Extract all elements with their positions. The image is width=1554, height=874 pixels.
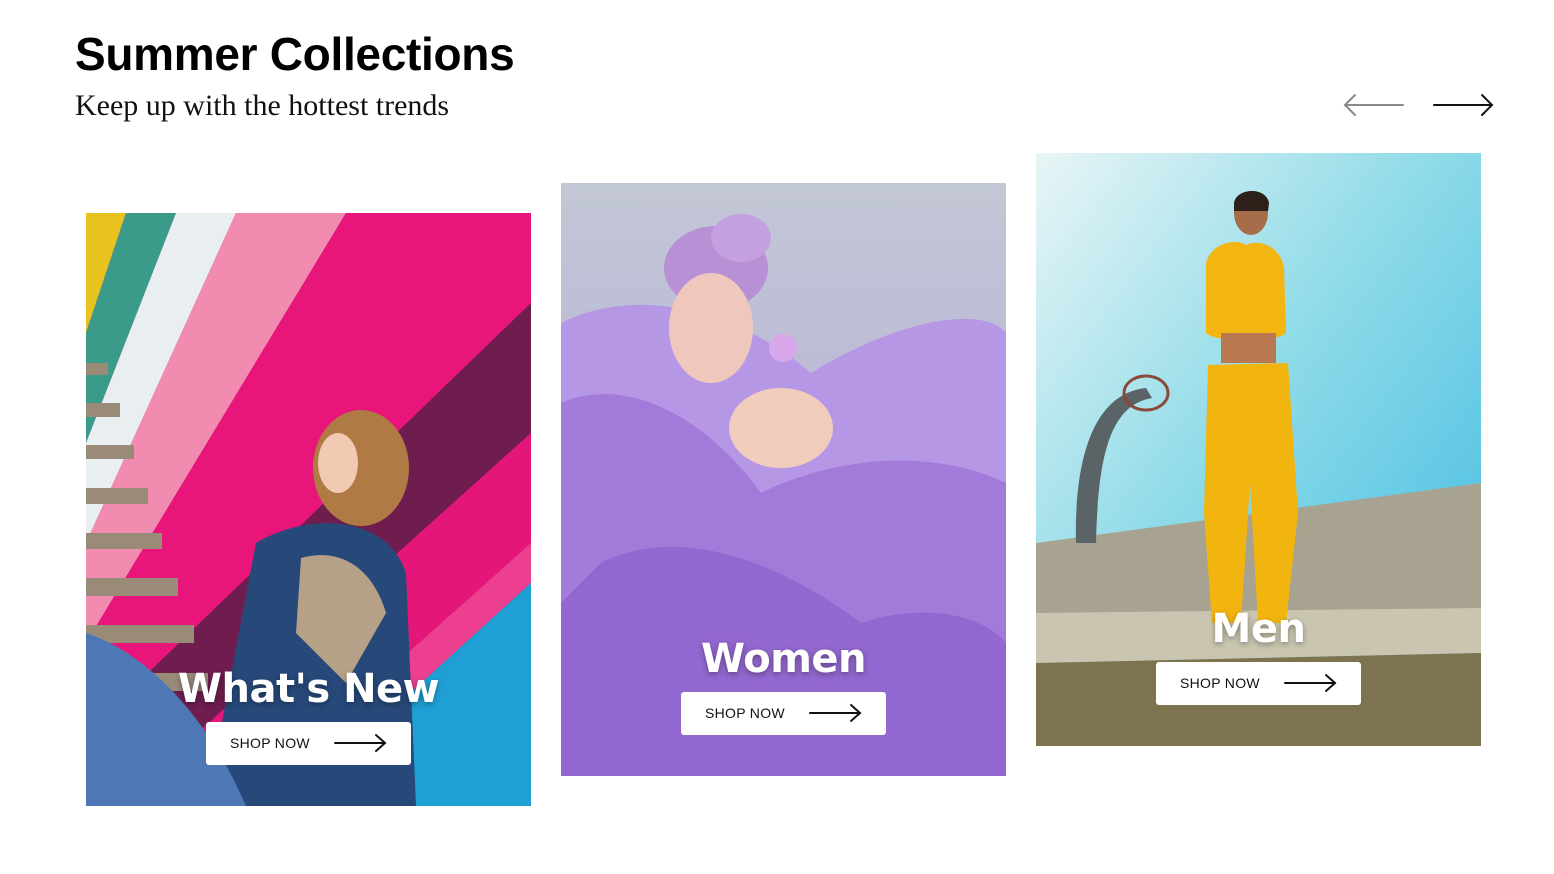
page-subtitle: Keep up with the hottest trends <box>75 89 450 122</box>
card-photo-men <box>1036 153 1481 746</box>
shop-now-button[interactable]: SHOP NOW <box>1156 662 1361 705</box>
collection-card-women[interactable]: Women SHOP NOW <box>561 183 1006 776</box>
arrow-right-icon <box>1433 94 1494 116</box>
shop-now-label: SHOP NOW <box>230 735 310 751</box>
card-title: Men <box>1211 606 1306 652</box>
shop-now-label: SHOP NOW <box>705 705 785 721</box>
arrow-right-icon <box>809 704 862 722</box>
page-title: Summer Collections <box>75 28 515 80</box>
shop-now-label: SHOP NOW <box>1180 675 1260 691</box>
arrow-right-icon <box>1284 674 1337 692</box>
collection-card-whats-new[interactable]: What's New SHOP NOW <box>86 213 531 806</box>
carousel-next-button[interactable] <box>1432 92 1494 118</box>
carousel-prev-button[interactable] <box>1343 92 1405 118</box>
arrow-right-icon <box>334 734 387 752</box>
arrow-left-icon <box>1343 94 1404 116</box>
collection-card-men[interactable]: Men SHOP NOW <box>1036 153 1481 746</box>
card-title: What's New <box>177 666 440 712</box>
shop-now-button[interactable]: SHOP NOW <box>681 692 886 735</box>
shop-now-button[interactable]: SHOP NOW <box>206 722 411 765</box>
card-photo-women <box>561 183 1006 776</box>
card-photo-whats-new <box>86 213 531 806</box>
card-title: Women <box>701 636 866 682</box>
